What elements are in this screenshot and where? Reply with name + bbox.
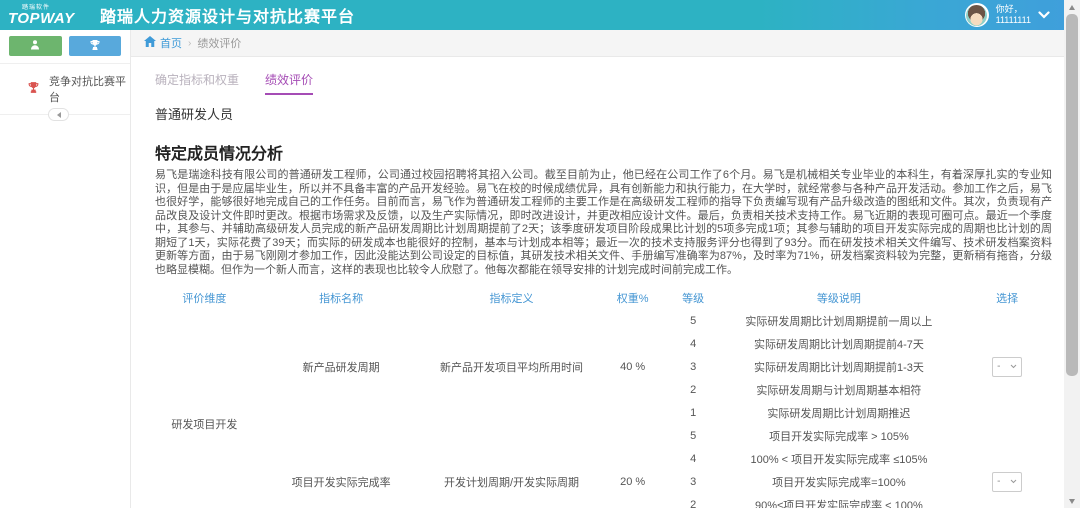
sidebar-button-group [0,30,130,64]
role-title: 普通研发人员 [155,104,1052,123]
content: 确定指标和权重 绩效评价 普通研发人员 特定成员情况分析 易飞是瑞途科技有限公司… [131,57,1064,508]
col-header-level-desc: 等级说明 [716,287,963,309]
app-logo[interactable]: 踏瑞软件 TOPWAY [8,5,86,26]
grade-select[interactable]: - [992,472,1022,492]
member-analysis-paragraph: 易飞是瑞途科技有限公司的普通研发工程师，公司通过校园招聘将其招入公司。截至目前为… [155,169,1052,277]
scrollbar-thumb[interactable] [1066,14,1078,376]
level-cell: 5 [671,309,716,332]
scrollbar-down-arrow[interactable] [1064,494,1080,508]
level-desc-cell: 100% < 项目开发实际完成率 ≤105% [716,447,963,470]
col-header-weight: 权重% [595,287,671,309]
tab-performance-evaluation[interactable]: 绩效评价 [265,71,313,95]
page-title: 踏瑞人力资源设计与对抗比赛平台 [100,3,355,27]
select-cell: - [962,309,1052,424]
level-cell: 3 [671,470,716,493]
level-desc-cell: 实际研发周期比计划周期提前一周以上 [716,309,963,332]
level-cell: 2 [671,378,716,401]
breadcrumb-separator: › [188,38,191,49]
select-cell: - [962,424,1052,508]
sidebar-item-label: 竞争对抗比赛平台 [49,73,130,105]
user-menu[interactable]: 你好， 11111111 [965,3,1064,27]
table-header-row: 评价维度 指标名称 指标定义 权重% 等级 等级说明 选择 [155,287,1052,309]
tab-bar: 确定指标和权重 绩效评价 [155,71,1052,95]
chevron-down-icon [1010,479,1017,484]
table-row: 项目开发实际完成率 开发计划周期/开发实际周期 20 % 5 项目开发实际完成率… [155,424,1052,447]
practice-mode-button[interactable] [9,36,62,56]
definition-cell: 开发计划周期/开发实际周期 [429,424,595,508]
col-header-select: 选择 [962,287,1052,309]
avatar [965,3,989,27]
indicator-cell: 新产品研发周期 [254,309,429,424]
breadcrumb: 首页 › 绩效评价 [131,30,1064,57]
grade-select[interactable]: - [992,357,1022,377]
indicator-cell: 项目开发实际完成率 [254,424,429,508]
col-header-definition: 指标定义 [429,287,595,309]
page-scrollbar[interactable] [1064,0,1080,508]
home-icon [144,36,156,50]
trophy-icon [27,81,40,97]
page: 踏瑞软件 TOPWAY 踏瑞人力资源设计与对抗比赛平台 你好， 11111111 [0,0,1080,508]
breadcrumb-home-link[interactable]: 首页 [144,35,182,51]
chevron-down-icon [1038,11,1050,19]
level-cell: 4 [671,332,716,355]
level-desc-cell: 90%≤项目开发实际完成率 < 100% [716,493,963,508]
level-cell: 3 [671,355,716,378]
chevron-down-icon [1010,364,1017,369]
weight-cell: 40 % [595,309,671,424]
level-cell: 1 [671,401,716,424]
grade-select-value: - [997,361,1000,372]
breadcrumb-home-label: 首页 [160,35,182,51]
user-greeting: 你好， 11111111 [996,4,1031,26]
person-icon [29,39,41,54]
logo-text: TOPWAY [8,11,86,26]
grade-select-value: - [997,476,1000,487]
logo-subtext: 踏瑞软件 [22,5,100,11]
level-cell: 5 [671,424,716,447]
level-desc-cell: 项目开发实际完成率=100% [716,470,963,493]
evaluation-table: 评价维度 指标名称 指标定义 权重% 等级 等级说明 选择 研发项目开发 新产品… [155,287,1052,508]
level-desc-cell: 实际研发周期比计划周期提前4-7天 [716,332,963,355]
main-area: 首页 › 绩效评价 确定指标和权重 绩效评价 普通研发人员 特定成员情况分析 易… [131,30,1064,508]
sidebar-collapse-row [0,115,130,129]
greeting-text: 你好， [996,4,1031,15]
username: 11111111 [996,15,1031,26]
competition-mode-button[interactable] [69,36,122,56]
table-row: 研发项目开发 新产品研发周期 新产品开发项目平均所用时间 40 % 5 实际研发… [155,309,1052,332]
level-desc-cell: 实际研发周期与计划周期基本相符 [716,378,963,401]
col-header-dimension: 评价维度 [155,287,254,309]
section-heading: 特定成员情况分析 [155,140,1052,164]
scrollbar-up-arrow[interactable] [1064,0,1080,14]
sidebar-collapse-toggle[interactable] [48,108,69,121]
breadcrumb-current: 绩效评价 [197,35,241,51]
weight-cell: 20 % [595,424,671,508]
app-header: 踏瑞软件 TOPWAY 踏瑞人力资源设计与对抗比赛平台 你好， 11111111 [0,0,1064,30]
tab-set-indicators-weights[interactable]: 确定指标和权重 [155,71,239,95]
col-header-level: 等级 [671,287,716,309]
sidebar: 竞争对抗比赛平台 [0,30,131,508]
definition-cell: 新产品开发项目平均所用时间 [429,309,595,424]
dimension-cell: 研发项目开发 [155,309,254,508]
level-cell: 4 [671,447,716,470]
level-desc-cell: 实际研发周期比计划周期提前1-3天 [716,355,963,378]
col-header-indicator: 指标名称 [254,287,429,309]
level-desc-cell: 项目开发实际完成率 > 105% [716,424,963,447]
level-cell: 2 [671,493,716,508]
level-desc-cell: 实际研发周期比计划周期推迟 [716,401,963,424]
trophy-icon [89,39,101,54]
sidebar-item-competition-platform[interactable]: 竞争对抗比赛平台 [0,64,130,115]
